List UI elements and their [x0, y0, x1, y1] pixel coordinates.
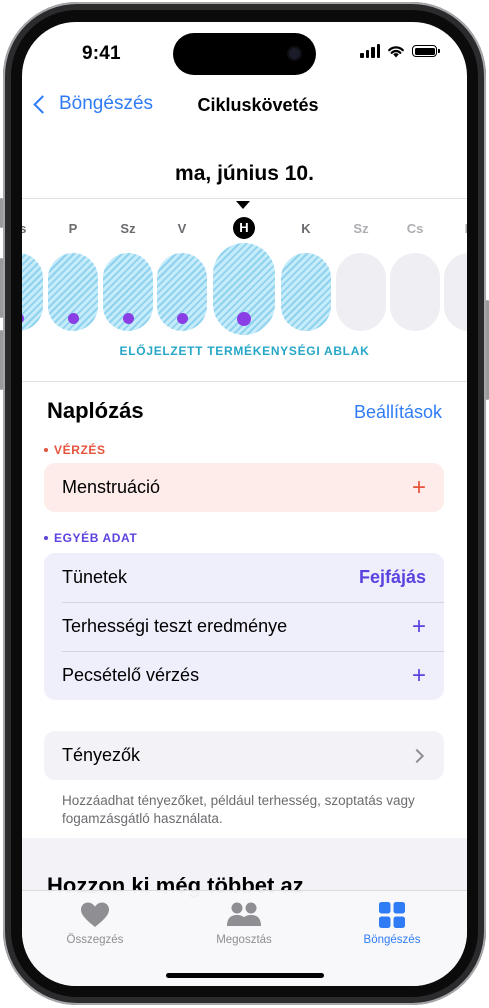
wifi-icon — [388, 46, 404, 58]
symptoms-value: Fejfájás — [358, 567, 426, 587]
divider — [22, 381, 467, 382]
weekday-letters: Cs P Sz V H K Sz Cs P — [22, 217, 467, 239]
menstruation-row[interactable]: Menstruáció + — [44, 463, 444, 512]
other-data-category: EGYÉB ADAT — [44, 531, 137, 545]
pregnancy-test-row[interactable]: Terhességi teszt eredménye + — [44, 602, 444, 651]
tab-bar: Összegzés Megosztás Böngészés — [22, 890, 467, 986]
screen: 9:41 Böngészés Cikluskövetés ma, június … — [22, 22, 467, 986]
weekday-letter: P — [68, 221, 78, 236]
other-data-card: Tünetek Fejfájás Terhességi teszt eredmé… — [44, 553, 444, 700]
weekday-letter: Sz — [353, 221, 369, 236]
cycle-day[interactable] — [157, 253, 207, 331]
cycle-day[interactable] — [444, 253, 467, 331]
other-data-category-label: EGYÉB ADAT — [54, 531, 138, 545]
bleeding-category-label: VÉRZÉS — [54, 443, 106, 457]
current-day-indicator-icon — [236, 201, 250, 209]
log-dot-icon — [67, 313, 79, 324]
factors-note: Hozzáadhat tényezőket, például terhesség… — [62, 793, 415, 826]
factors-label: Tényezők — [62, 745, 141, 765]
status-icons — [360, 44, 440, 58]
weekday-letter: V — [177, 221, 187, 236]
divider — [22, 198, 467, 199]
volume-down-button — [0, 330, 3, 390]
log-dot-icon — [237, 312, 251, 326]
tab-summary-label: Összegzés — [66, 934, 124, 946]
heart-icon — [81, 902, 109, 927]
settings-link[interactable]: Beállítások — [354, 402, 442, 423]
cycle-day-strip[interactable] — [22, 243, 467, 335]
weekday-letter: P — [454, 221, 467, 236]
cycle-day[interactable] — [281, 253, 331, 331]
add-pregnancy-test-icon[interactable]: + — [412, 614, 426, 639]
weekday-letter: Sz — [120, 221, 136, 236]
add-menstruation-icon[interactable]: + — [412, 475, 426, 500]
spotting-label: Pecsételő vérzés — [62, 665, 200, 685]
tab-sharing[interactable]: Megosztás — [189, 899, 299, 946]
tab-browse-label: Böngészés — [363, 934, 421, 946]
chevron-right-icon — [409, 748, 425, 763]
cellular-signal-icon — [360, 44, 380, 58]
volume-up-button — [0, 258, 3, 318]
add-spotting-icon[interactable]: + — [412, 663, 426, 688]
pregnancy-test-label: Terhességi teszt eredménye — [62, 616, 288, 636]
factors-row[interactable]: Tényezők — [44, 731, 444, 780]
tab-summary[interactable]: Összegzés — [40, 899, 150, 946]
log-dot-icon — [22, 313, 24, 324]
logging-title: Naplózás — [47, 398, 144, 423]
cycle-day-current[interactable] — [213, 243, 275, 335]
dynamic-island — [173, 33, 316, 75]
tab-browse[interactable]: Böngészés — [337, 899, 447, 946]
weekday-letter: Cs — [22, 221, 27, 236]
fertile-window-label: ELŐJELZETT TERMÉKENYSÉGI ABLAK — [119, 344, 370, 358]
weekday-letter: K — [301, 221, 311, 236]
battery-icon — [412, 45, 440, 57]
grid-icon — [379, 902, 405, 928]
home-indicator — [166, 973, 324, 978]
cycle-day[interactable] — [22, 253, 43, 331]
cycle-day[interactable] — [390, 253, 440, 331]
bleeding-card: Menstruáció + — [44, 463, 444, 512]
cycle-day[interactable] — [103, 253, 153, 331]
spotting-row[interactable]: Pecsételő vérzés + — [44, 651, 444, 700]
symptoms-label: Tünetek — [62, 567, 128, 587]
symptoms-row[interactable]: Tünetek Fejfájás — [44, 553, 444, 602]
people-icon — [227, 902, 261, 926]
bleeding-category: VÉRZÉS — [44, 443, 106, 457]
log-dot-icon — [122, 313, 134, 324]
page-title: Cikluskövetés — [197, 95, 319, 115]
cycle-day[interactable] — [336, 253, 386, 331]
status-time: 9:41 — [82, 43, 121, 64]
camera-icon — [287, 46, 302, 61]
weekday-letter-current: H — [233, 217, 255, 239]
tab-sharing-label: Megosztás — [216, 934, 272, 946]
cycle-day[interactable] — [48, 253, 98, 331]
log-dot-icon — [176, 313, 188, 324]
date-title: ma, június 10. — [175, 162, 314, 185]
factors-card: Tényezők — [44, 731, 444, 780]
action-button — [0, 198, 3, 228]
weekday-letter: Cs — [406, 221, 424, 236]
menstruation-label: Menstruáció — [62, 477, 161, 497]
